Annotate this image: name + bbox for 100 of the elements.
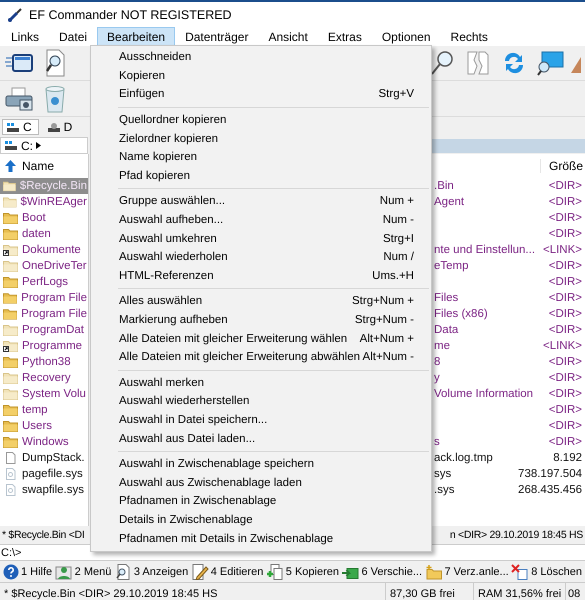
file-row[interactable]: System Volu [0, 386, 88, 402]
menu-item[interactable]: Datei [49, 27, 98, 46]
function-key-button[interactable]: 5 Kopieren [264, 564, 340, 580]
menu-item[interactable]: Datenträger [175, 27, 258, 46]
function-key-button[interactable]: 1 Hilfe [2, 564, 54, 580]
menu-entry[interactable]: Pfad kopieren [91, 166, 431, 186]
menu-entry[interactable]: Name kopieren [91, 148, 431, 167]
menu-entry[interactable]: Einfügen Strg+V [91, 85, 431, 104]
file-row[interactable]: Programme [0, 338, 88, 354]
menu-entry[interactable]: Markierung aufheben Strg+Num - [91, 310, 431, 330]
file-name[interactable]: 8 [434, 356, 440, 368]
menu-entry[interactable]: Quellordner kopieren [91, 110, 431, 130]
file-row[interactable]: swapfile.sys [0, 482, 88, 498]
folder-icon [3, 276, 18, 288]
new-folder-icon [424, 564, 442, 580]
menu-entry[interactable]: Auswahl aus Zwischenablage laden [91, 473, 431, 492]
file-row[interactable]: pagefile.sys [0, 466, 88, 482]
menu-entry[interactable]: Ausschneiden [91, 48, 431, 67]
menu-entry[interactable]: Details in Zwischenablage [91, 510, 431, 530]
caret-icon [36, 142, 41, 149]
file-name[interactable]: Files (x86) [434, 308, 488, 320]
file-size: <DIR> [548, 356, 582, 368]
menu-entry[interactable]: Alle Dateien mit gleicher Erweiterung abwählen Alt+Num - [91, 348, 431, 366]
menu-item[interactable]: Ansicht [258, 27, 318, 46]
file-row[interactable]: DumpStack. [0, 450, 88, 466]
menu-entry[interactable]: Auswahl aufheben... Num - [91, 210, 431, 230]
menu-item[interactable]: Optionen [372, 27, 441, 46]
menu-item[interactable]: Links [1, 27, 50, 46]
file-row[interactable]: Program File [0, 290, 88, 306]
menu-entry[interactable]: Auswahl merken [91, 374, 431, 392]
file-size: <DIR> [548, 276, 582, 288]
menu-entry[interactable]: Auswahl wiederholen Num / [91, 248, 431, 267]
path-field[interactable]: C: [0, 137, 88, 154]
menu-entry[interactable]: Gruppe auswählen... Num + [91, 192, 431, 211]
file-name[interactable]: Agent [434, 196, 464, 208]
function-key-button[interactable]: 7 Verz.anle... [424, 564, 510, 580]
file-name[interactable]: me [434, 340, 450, 352]
file-icon [3, 484, 18, 496]
menu-entry[interactable]: Auswahl umkehren Strg+I [91, 229, 431, 248]
folder-icon [3, 436, 18, 448]
menu-entry[interactable]: Pfadnamen in Zwischenablage [91, 492, 431, 511]
folder-icon [3, 212, 18, 224]
menu-entry[interactable]: Auswahl in Datei speichern... [91, 410, 431, 430]
menu-entry[interactable]: Alles auswählen Strg+Num + [91, 292, 431, 311]
file-icon [3, 468, 18, 480]
folder-icon [3, 388, 18, 400]
file-name[interactable]: .Bin [434, 180, 454, 192]
drive-tab[interactable]: D [42, 119, 80, 135]
file-row[interactable]: Dokumente [0, 242, 88, 258]
file-info: * $Recycle.Bin <DIR> 29.10.2019 18:45 HS [3, 586, 218, 600]
file-name[interactable]: Volume Information [434, 388, 534, 400]
menu-item[interactable]: Bearbeiten [97, 27, 176, 46]
file-name[interactable]: eTemp [434, 260, 469, 272]
file-name[interactable]: y [434, 372, 440, 384]
file-size: <DIR> [548, 324, 582, 336]
file-row[interactable]: Python38 [0, 354, 88, 370]
file-name[interactable]: s [434, 436, 440, 448]
file-name[interactable]: ack.log.tmp [434, 452, 493, 464]
file-name[interactable]: nte und Einstellun... [434, 244, 536, 256]
file-row[interactable]: Program File [0, 306, 88, 322]
menu-entry[interactable]: Auswahl aus Datei laden... [91, 429, 431, 448]
file-name[interactable]: sys [434, 468, 452, 480]
file-row[interactable]: temp [0, 402, 88, 418]
drive-tab[interactable]: C [2, 119, 39, 135]
folder-icon [3, 260, 18, 272]
file-row[interactable]: $WinREAger [0, 194, 88, 210]
menu-entry[interactable]: Kopieren [91, 66, 431, 86]
folder-icon [3, 420, 18, 432]
view-icon [114, 564, 132, 580]
panel-status: n <DIR> 29.10.2019 18:45 HS [448, 529, 584, 541]
file-row[interactable]: Boot [0, 210, 88, 226]
menu-entry[interactable]: Auswahl in Zwischenablage speichern [91, 454, 431, 474]
free-space: 87,30 GB frei [385, 583, 473, 600]
function-key-button[interactable]: 6 Verschie... [340, 564, 424, 580]
menu-entry[interactable]: HTML-Referenzen Ums.+H [91, 266, 431, 286]
menu-item[interactable]: Rechts [440, 27, 498, 46]
function-key-button[interactable]: 3 Anzeigen [112, 564, 190, 580]
file-name[interactable]: .sys [434, 484, 454, 496]
folder-icon [3, 196, 17, 208]
menu-entry[interactable]: Zielordner kopieren [91, 129, 431, 148]
file-name[interactable]: Data [434, 324, 458, 336]
column-header[interactable]: Name [22, 159, 54, 173]
file-row[interactable]: daten [0, 226, 88, 242]
menu-entry[interactable]: Alle Dateien mit gleicher Erweiterung wählen Alt+Num + [91, 329, 431, 348]
column-header[interactable]: Größe [540, 159, 583, 173]
folder-shortcut-icon [3, 244, 18, 256]
function-key-button[interactable]: 2 Menü [54, 564, 112, 580]
file-name[interactable]: Files [434, 292, 458, 304]
file-row[interactable]: PerfLogs [0, 274, 88, 290]
function-key-button[interactable]: 4 Editieren [190, 564, 264, 580]
menu-item[interactable]: Extras [318, 27, 372, 46]
file-row[interactable]: ProgramDat [0, 322, 88, 338]
file-row[interactable]: Recovery [0, 370, 88, 386]
function-key-button[interactable]: 8 Löschen [510, 564, 583, 580]
file-size: <LINK> [543, 244, 582, 256]
file-row[interactable]: Users [0, 418, 88, 434]
file-row[interactable]: OneDriveTer [0, 258, 88, 274]
menu-entry[interactable]: Auswahl wiederherstellen [91, 392, 431, 411]
user-icon [54, 564, 73, 580]
file-row[interactable]: Windows [0, 434, 88, 450]
